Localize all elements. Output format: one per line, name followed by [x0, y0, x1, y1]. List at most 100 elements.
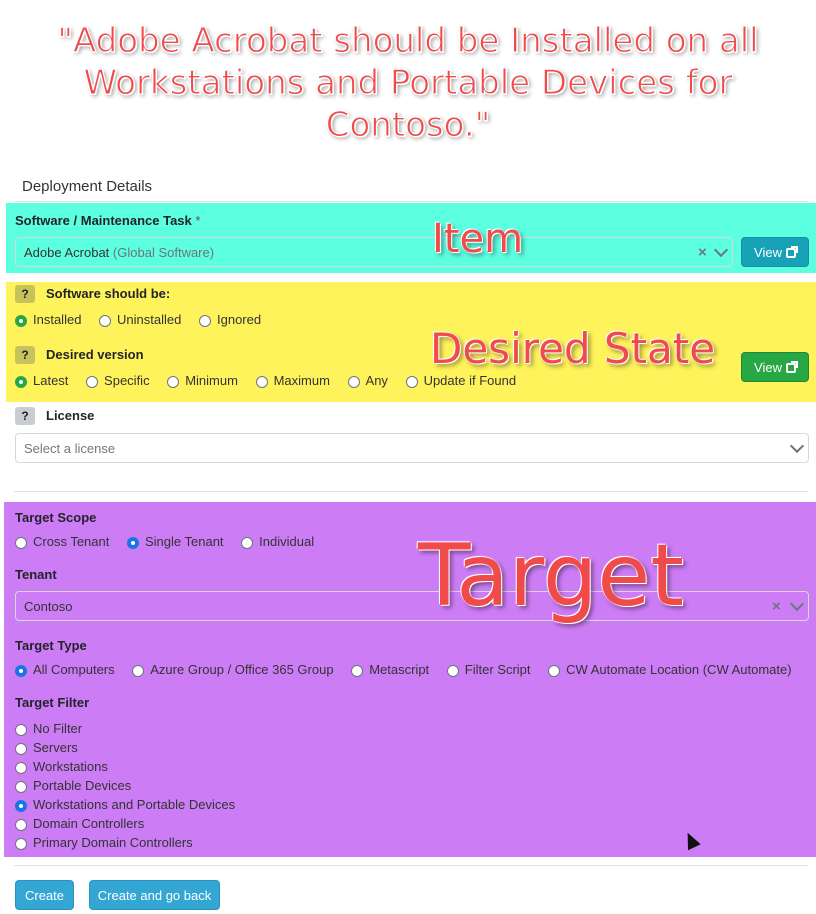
radio-label: CW Automate Location (CW Automate): [566, 662, 792, 677]
external-link-icon: [785, 361, 798, 373]
radio-all-computers[interactable]: All Computers: [15, 662, 129, 677]
create-and-go-back-button[interactable]: Create and go back: [89, 880, 220, 910]
radio-latest[interactable]: Latest: [15, 373, 82, 388]
radio-servers[interactable]: Servers: [15, 738, 235, 757]
radio-icon: [15, 838, 27, 850]
license-label: License: [46, 408, 95, 423]
radio-label: Cross Tenant: [33, 534, 110, 549]
radio-individual[interactable]: Individual: [241, 534, 328, 549]
target-annotation: Target: [418, 526, 685, 626]
help-icon[interactable]: ?: [15, 346, 35, 364]
radio-icon: [167, 376, 180, 388]
radio-ignored[interactable]: Ignored: [199, 312, 275, 327]
target-filter-label: Target Filter: [15, 695, 90, 710]
chevron-down-icon[interactable]: [789, 596, 805, 612]
radio-selected-icon: [15, 376, 27, 388]
radio-icon: [15, 762, 27, 774]
view-label: View: [754, 245, 782, 260]
license-placeholder: Select a license: [24, 441, 116, 456]
target-type-options: All Computers Azure Group / Office 365 G…: [15, 662, 806, 677]
software-value-suffix: (Global Software): [112, 245, 215, 260]
radio-icon: [548, 665, 561, 677]
chevron-down-icon[interactable]: [713, 242, 729, 258]
radio-azure-group[interactable]: Azure Group / Office 365 Group: [132, 662, 347, 677]
target-scope-options: Cross Tenant Single Tenant Individual: [15, 534, 328, 549]
radio-icon: [241, 537, 254, 549]
tenant-label: Tenant: [15, 567, 57, 582]
radio-label: Update if Found: [423, 373, 517, 388]
radio-selected-icon: [126, 537, 139, 549]
radio-label: No Filter: [33, 721, 83, 736]
radio-icon: [99, 315, 112, 327]
radio-portable-devices[interactable]: Portable Devices: [15, 776, 235, 795]
desired-version-view-button[interactable]: View: [741, 352, 809, 382]
clear-icon[interactable]: ×: [772, 592, 781, 622]
radio-icon: [15, 781, 27, 793]
radio-installed[interactable]: Installed: [15, 312, 95, 327]
radio-domain-controllers[interactable]: Domain Controllers: [15, 814, 235, 833]
create-button[interactable]: Create: [15, 880, 74, 910]
item-annotation: Item: [432, 216, 524, 262]
radio-primary-domain-controllers[interactable]: Primary Domain Controllers: [15, 833, 235, 852]
radio-label: Individual: [259, 534, 315, 549]
banner-line-2: Workstations and Portable Devices for: [83, 63, 733, 104]
radio-maximum[interactable]: Maximum: [255, 373, 344, 388]
radio-any[interactable]: Any: [347, 373, 402, 388]
divider: [14, 491, 808, 492]
target-scope-label: Target Scope: [15, 510, 97, 525]
radio-icon: [15, 743, 27, 755]
software-view-button[interactable]: View: [741, 237, 809, 267]
help-icon[interactable]: ?: [15, 285, 35, 303]
should-be-label: Software should be:: [46, 286, 171, 301]
radio-label: All Computers: [33, 662, 115, 677]
radio-cross-tenant[interactable]: Cross Tenant: [15, 534, 123, 549]
radio-label: Portable Devices: [33, 778, 132, 793]
chevron-down-icon[interactable]: [789, 438, 805, 454]
radio-label: Metascript: [369, 662, 430, 677]
radio-label: Workstations: [33, 759, 108, 774]
help-icon[interactable]: ?: [15, 407, 35, 425]
radio-label: Ignored: [217, 312, 262, 327]
radio-label: Workstations and Portable Devices: [33, 797, 236, 812]
software-select[interactable]: Adobe Acrobat (Global Software) ×: [15, 237, 733, 267]
radio-uninstalled[interactable]: Uninstalled: [99, 312, 195, 327]
radio-label: Maximum: [273, 373, 330, 388]
radio-label: Any: [365, 373, 388, 388]
software-value: Adobe Acrobat: [24, 245, 110, 260]
radio-label: Single Tenant: [144, 534, 224, 549]
radio-label: Azure Group / Office 365 Group: [150, 662, 334, 677]
radio-single-tenant[interactable]: Single Tenant: [126, 534, 238, 549]
radio-filter-script[interactable]: Filter Script: [446, 662, 545, 677]
radio-icon: [15, 819, 27, 831]
radio-update-if-found[interactable]: Update if Found: [405, 373, 531, 388]
tenant-select[interactable]: Contoso ×: [15, 591, 809, 621]
radio-specific[interactable]: Specific: [86, 373, 164, 388]
radio-label: Specific: [104, 373, 150, 388]
clear-icon[interactable]: ×: [698, 238, 707, 268]
divider: [14, 865, 808, 866]
view-label: View: [754, 360, 782, 375]
software-label: Software / Maintenance Task *: [15, 213, 200, 228]
banner-line-1: "Adobe Acrobat should be Installed on al…: [57, 21, 759, 62]
target-type-label: Target Type: [15, 638, 87, 653]
section-title: Deployment Details: [22, 178, 153, 195]
radio-minimum[interactable]: Minimum: [167, 373, 252, 388]
radio-label: Domain Controllers: [33, 816, 145, 831]
should-be-options: Installed Uninstalled Ignored: [15, 312, 275, 327]
radio-cw-automate-location[interactable]: CW Automate Location (CW Automate): [548, 662, 805, 677]
software-label-text: Software / Maintenance Task: [15, 213, 192, 228]
radio-icon: [446, 665, 459, 677]
radio-label: Primary Domain Controllers: [33, 835, 193, 850]
radio-selected-icon: [15, 665, 27, 677]
desired-state-annotation: Desired State: [430, 324, 716, 373]
divider: [14, 201, 808, 202]
desired-version-label: Desired version: [46, 347, 144, 362]
radio-workstations[interactable]: Workstations: [15, 757, 235, 776]
radio-icon: [199, 315, 211, 327]
radio-metascript[interactable]: Metascript: [351, 662, 443, 677]
radio-workstations-and-portable-devices[interactable]: Workstations and Portable Devices: [15, 795, 235, 814]
radio-icon: [351, 665, 364, 677]
radio-no-filter[interactable]: No Filter: [15, 719, 235, 738]
license-select[interactable]: Select a license: [15, 433, 809, 463]
radio-icon: [405, 376, 418, 388]
